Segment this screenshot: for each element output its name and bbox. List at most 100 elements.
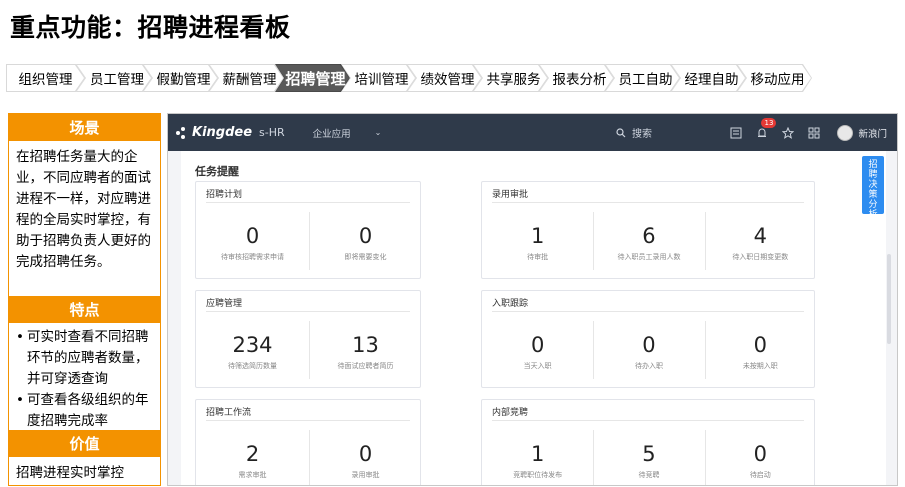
metric-value[interactable]: 0 xyxy=(593,333,704,357)
task-card: 入职跟踪 0 当天入职 0 待办入职 0 未按期入职 xyxy=(481,290,815,388)
metric-value[interactable]: 0 xyxy=(482,333,593,357)
app-screenshot: Kingdee s-HR 企业应用 ⌄ 搜索 13 新浪门 任务提醒 招聘计划 … xyxy=(167,113,898,486)
metric-value[interactable]: 5 xyxy=(593,442,704,466)
metric-value[interactable]: 0 xyxy=(196,224,309,248)
scene-header: 场景 xyxy=(9,114,160,141)
app-menu[interactable]: 企业应用 xyxy=(313,126,351,140)
metric[interactable]: 0 待启动 xyxy=(705,442,816,480)
app-logo[interactable]: Kingdee s-HR xyxy=(176,125,285,140)
features-header: 特点 xyxy=(9,296,160,323)
metric-label: 需求审批 xyxy=(238,471,267,479)
metric-label: 当天入职 xyxy=(523,362,552,370)
module-tab[interactable]: 员工自助 xyxy=(605,64,680,92)
module-tab[interactable]: 员工管理 xyxy=(76,64,152,92)
metric[interactable]: 0 待办入职 xyxy=(593,333,704,371)
metric[interactable]: 6 待入职员工录用人数 xyxy=(593,224,704,262)
module-tab[interactable]: 薪酬管理 xyxy=(209,64,284,92)
metric-value[interactable]: 234 xyxy=(196,333,309,357)
divider xyxy=(309,321,310,379)
metric[interactable]: 234 待筛选简历数量 xyxy=(196,333,309,371)
metric[interactable]: 13 待面试应聘者简历 xyxy=(309,333,422,371)
divider xyxy=(593,321,595,379)
brand-name: Kingdee xyxy=(192,125,253,140)
module-tab[interactable]: 移动应用 xyxy=(737,64,812,92)
metric[interactable]: 2 需求审批 xyxy=(196,442,309,480)
scrollbar[interactable] xyxy=(887,254,891,344)
metric[interactable]: 5 待竞聘 xyxy=(593,442,704,480)
divider xyxy=(704,430,706,485)
module-tab[interactable]: 组织管理 xyxy=(6,64,85,92)
card-title: 招聘计划 xyxy=(206,190,243,200)
metric[interactable]: 4 待入职日期变更数 xyxy=(705,224,816,262)
metric-value[interactable]: 1 xyxy=(482,224,593,248)
metric-label: 未按期入职 xyxy=(742,362,778,370)
metric-value[interactable]: 4 xyxy=(705,224,816,248)
metric-value[interactable]: 0 xyxy=(309,224,422,248)
metric-value[interactable]: 6 xyxy=(593,224,704,248)
module-tab-label: 共享服务 xyxy=(486,72,541,88)
page-title: 重点功能：招聘进程看板 xyxy=(10,13,291,42)
metric[interactable]: 0 即将需要变化 xyxy=(309,224,422,262)
metric-value[interactable]: 0 xyxy=(309,442,422,466)
metric[interactable]: 0 当天入职 xyxy=(482,333,593,371)
metric-label: 待入职员工录用人数 xyxy=(617,253,681,261)
divider xyxy=(593,430,595,485)
metric-label: 录用审批 xyxy=(351,471,380,479)
metric-value[interactable]: 13 xyxy=(309,333,422,357)
notification-bell-icon[interactable]: 13 xyxy=(755,117,777,140)
metric[interactable]: 0 录用审批 xyxy=(309,442,422,480)
divider xyxy=(206,420,410,421)
card-title: 内部竞聘 xyxy=(492,408,529,418)
metric[interactable]: 0 待审核招聘需求申请 xyxy=(196,224,309,262)
feature-item: 可查看各级组织的年度招聘完成率 xyxy=(16,390,156,432)
message-icon[interactable] xyxy=(729,126,743,140)
module-tab[interactable]: 绩效管理 xyxy=(407,64,482,92)
grid-icon[interactable] xyxy=(807,126,821,140)
metric-value[interactable]: 2 xyxy=(196,442,309,466)
slide: 重点功能：招聘进程看板 组织管理 员工管理 假勤管理 薪酬管理 招聘管理 培训管理 绩效管理… xyxy=(0,0,905,487)
recruit-analysis-tab[interactable]: 招聘决策分析 xyxy=(862,156,884,220)
metric-value[interactable]: 1 xyxy=(482,442,593,466)
metric-value[interactable]: 0 xyxy=(705,333,816,357)
module-tab[interactable]: 招聘管理 xyxy=(275,64,350,92)
metric-label: 待竞聘 xyxy=(638,471,660,479)
section-title: 任务提醒 xyxy=(195,165,239,178)
star-icon[interactable] xyxy=(781,126,795,140)
divider xyxy=(309,430,310,485)
avatar[interactable] xyxy=(837,124,854,141)
metric[interactable]: 0 未按期入职 xyxy=(705,333,816,371)
notification-badge: 13 xyxy=(761,117,777,128)
search-placeholder: 搜索 xyxy=(632,129,652,140)
module-tab-label: 组织管理 xyxy=(18,72,73,88)
divider xyxy=(492,311,804,312)
value-header: 价值 xyxy=(9,430,160,457)
side-tab-char: 分 xyxy=(868,200,878,210)
divider xyxy=(492,202,804,203)
metric-label: 待入职日期变更数 xyxy=(732,253,789,261)
module-tab[interactable]: 培训管理 xyxy=(341,64,416,92)
metric[interactable]: 1 待审批 xyxy=(482,224,593,262)
metric-value[interactable]: 0 xyxy=(705,442,816,466)
task-card: 招聘工作流 2 需求审批 0 录用审批 xyxy=(195,399,422,485)
module-tab-label: 经理自助 xyxy=(684,72,739,88)
module-tab[interactable]: 共享服务 xyxy=(473,64,548,92)
metric-label: 即将需要变化 xyxy=(344,253,387,261)
search-box[interactable]: 搜索 xyxy=(616,125,652,140)
module-tab[interactable]: 报表分析 xyxy=(539,64,614,92)
divider xyxy=(309,212,310,270)
feature-item: 可实时查看不同招聘环节的应聘者数量，并可穿透查询 xyxy=(16,327,156,390)
metric[interactable]: 1 竞聘职位待发布 xyxy=(482,442,593,480)
module-tab[interactable]: 经理自助 xyxy=(671,64,746,92)
chevron-down-icon[interactable]: ⌄ xyxy=(375,128,382,137)
user-name[interactable]: 新浪门 xyxy=(858,126,887,140)
card-title: 录用审批 xyxy=(492,190,529,200)
side-tab-char: 招 xyxy=(868,160,878,170)
card-title: 招聘工作流 xyxy=(206,408,252,418)
product-name: s-HR xyxy=(259,126,285,139)
module-tab-label: 薪酬管理 xyxy=(222,72,277,88)
divider xyxy=(206,311,410,312)
module-tab-label: 移动应用 xyxy=(750,72,805,88)
module-tab-label: 员工自助 xyxy=(618,72,673,88)
module-tab[interactable]: 假勤管理 xyxy=(143,64,218,92)
module-nav: 组织管理 员工管理 假勤管理 薪酬管理 招聘管理 培训管理 绩效管理 共享服务 报表分析 员工自助… xyxy=(6,64,803,92)
